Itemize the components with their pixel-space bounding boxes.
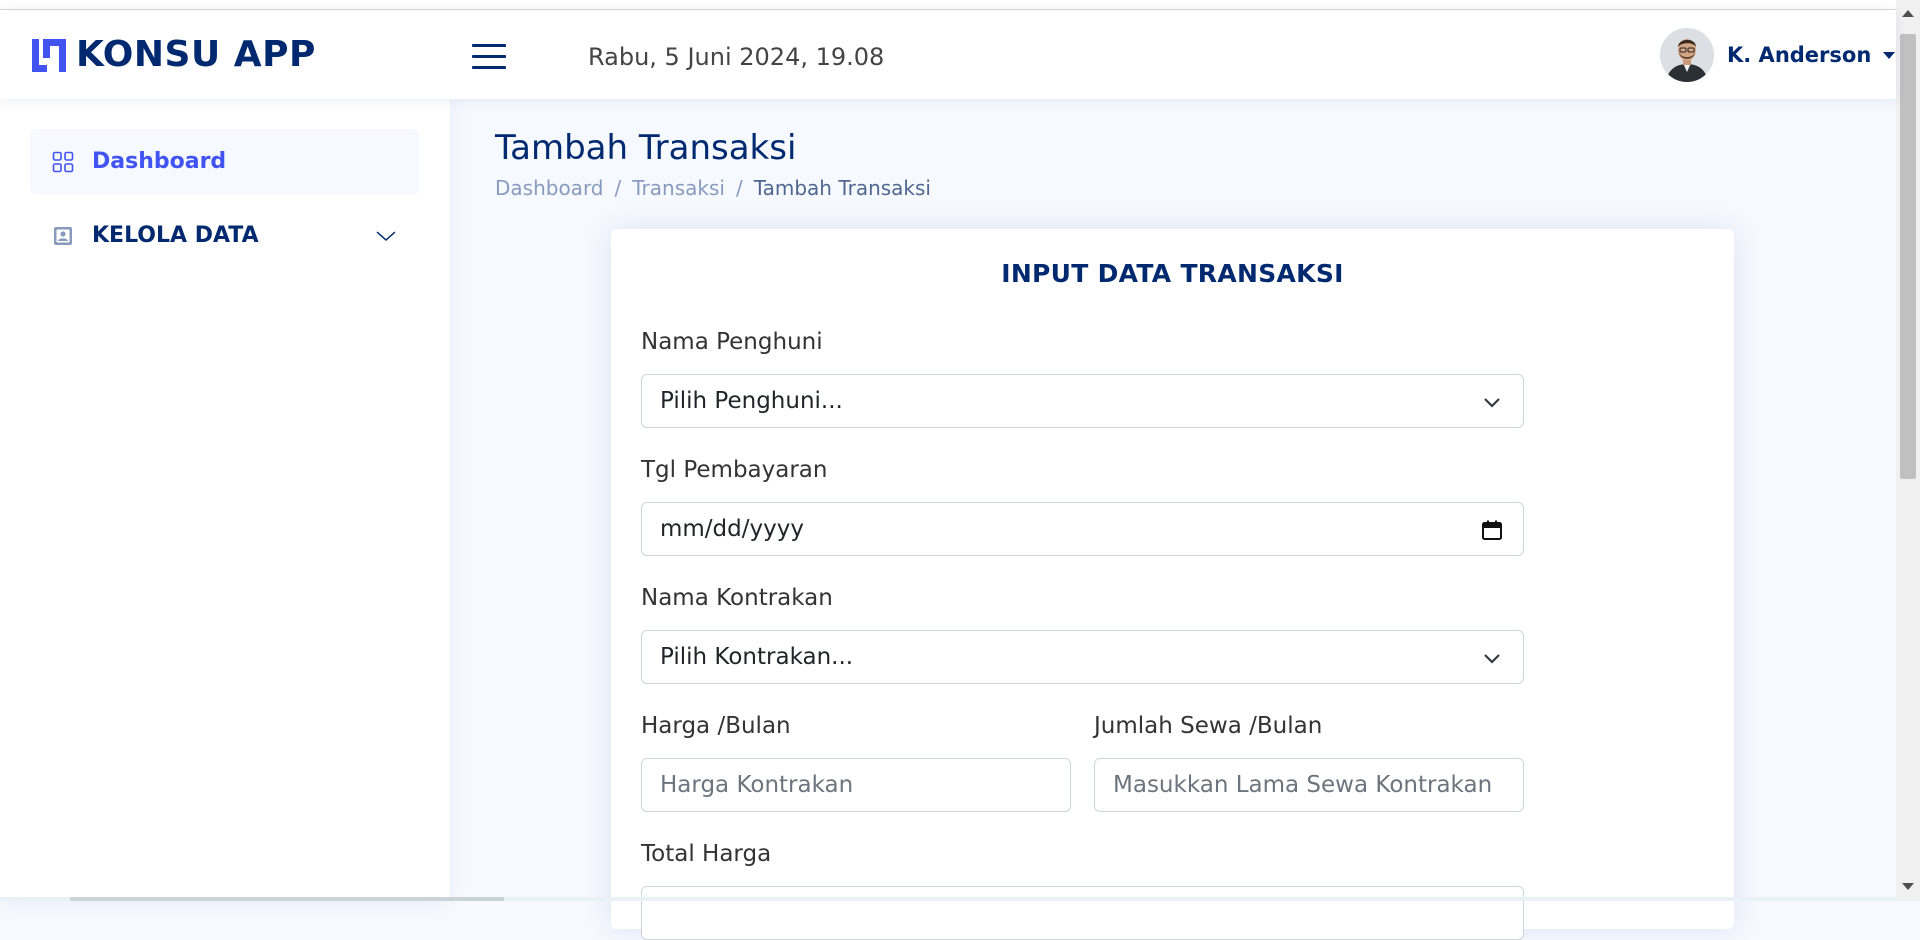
horizontal-scrollbar-thumb[interactable] — [70, 897, 504, 901]
chevron-down-icon — [376, 231, 396, 242]
penghuni-select-value: Pilih Penghuni... — [660, 388, 843, 414]
form-title: INPUT DATA TRANSAKSI — [1001, 259, 1344, 288]
kontrakan-select[interactable]: Pilih Kontrakan... — [641, 630, 1524, 684]
grid-icon — [52, 151, 74, 173]
profile-dropdown[interactable]: K. Anderson — [1660, 28, 1896, 82]
sidebar-item-kelola-data[interactable]: KELOLA DATA — [30, 203, 419, 268]
breadcrumb: Dashboard / Transaksi / Tambah Transaksi — [495, 175, 931, 201]
scrollbar-thumb[interactable] — [1900, 34, 1916, 479]
app-logo[interactable]: KONSU APP — [30, 36, 316, 74]
transaction-form-card: INPUT DATA TRANSAKSI Nama Penghuni Pilih… — [611, 229, 1734, 940]
logo-icon — [32, 39, 66, 72]
kontrakan-label: Nama Kontrakan — [641, 585, 833, 611]
breadcrumb-separator: / — [735, 176, 743, 200]
sidebar: Dashboard KELOLA DATA — [0, 99, 450, 901]
harga-input[interactable] — [660, 772, 1052, 798]
sidebar-item-dashboard[interactable]: Dashboard — [30, 129, 419, 194]
vertical-scrollbar[interactable] — [1896, 0, 1920, 901]
breadcrumb-dashboard[interactable]: Dashboard — [495, 175, 604, 201]
lama-sewa-input[interactable] — [1113, 772, 1505, 798]
harga-field[interactable] — [641, 758, 1071, 812]
kontrakan-select-value: Pilih Kontrakan... — [660, 644, 854, 670]
person-card-icon — [54, 227, 72, 245]
app-name: KONSU APP — [76, 34, 316, 75]
breadcrumb-current: Tambah Transaksi — [753, 176, 931, 200]
total-harga-field[interactable] — [641, 886, 1524, 940]
scroll-down-icon[interactable] — [1902, 883, 1914, 890]
tgl-pembayaran-input[interactable]: mm/dd/yyyy — [641, 502, 1524, 556]
breadcrumb-transaksi[interactable]: Transaksi — [632, 175, 725, 201]
toggle-sidebar-icon[interactable] — [472, 44, 506, 72]
top-header: KONSU APP Rabu, 5 Juni 2024, 19.08 K. An… — [0, 10, 1896, 99]
profile-name: K. Anderson — [1727, 43, 1872, 67]
chevron-down-icon — [1484, 654, 1500, 664]
horizontal-scrollbar[interactable] — [0, 897, 1896, 901]
tgl-pembayaran-value: mm/dd/yyyy — [660, 516, 804, 542]
avatar — [1660, 28, 1714, 82]
sidebar-item-label: Dashboard — [92, 149, 227, 174]
calendar-icon[interactable] — [1481, 519, 1503, 541]
penghuni-select[interactable]: Pilih Penghuni... — [641, 374, 1524, 428]
penghuni-label: Nama Penghuni — [641, 329, 823, 355]
current-datetime: Rabu, 5 Juni 2024, 19.08 — [588, 43, 885, 71]
lama-sewa-field[interactable] — [1094, 758, 1524, 812]
lama-sewa-label: Jumlah Sewa /Bulan — [1094, 713, 1323, 739]
sidebar-item-label: KELOLA DATA — [92, 223, 259, 248]
window-top-edge — [0, 0, 1896, 10]
page-title: Tambah Transaksi — [495, 128, 797, 168]
total-harga-label: Total Harga — [641, 841, 772, 867]
chevron-down-icon — [1484, 398, 1500, 408]
scroll-up-icon[interactable] — [1902, 10, 1914, 17]
caret-down-icon — [1883, 51, 1896, 59]
tgl-label: Tgl Pembayaran — [641, 457, 828, 483]
harga-label: Harga /Bulan — [641, 713, 791, 739]
breadcrumb-separator: / — [614, 176, 622, 200]
